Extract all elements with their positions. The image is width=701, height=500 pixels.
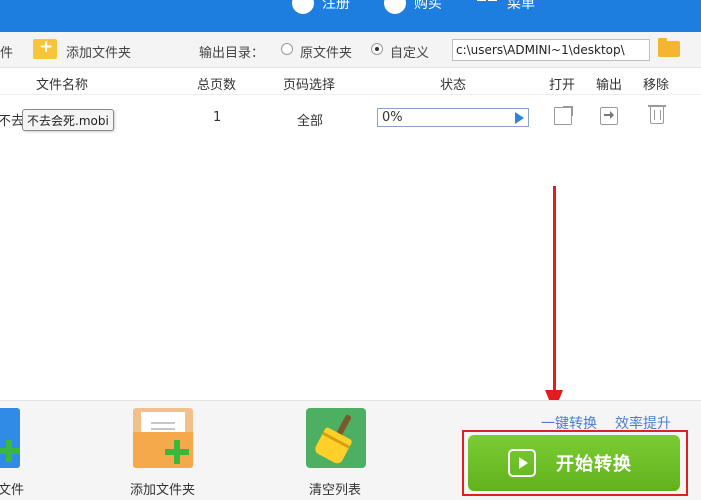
custom-radio[interactable]: [371, 43, 383, 55]
add-folder-label[interactable]: 添加文件夹: [130, 479, 195, 498]
browse-folder-icon[interactable]: [658, 38, 680, 57]
add-folder-big-icon[interactable]: [133, 408, 193, 468]
buy-button[interactable]: 购买: [384, 0, 442, 14]
register-icon: [292, 0, 314, 14]
add-folder-icon[interactable]: [33, 37, 57, 59]
annotation-arrow-line: [553, 186, 556, 394]
plus-icon: [165, 440, 189, 464]
source-folder-label[interactable]: 原文件夹: [300, 42, 352, 61]
page-selection-cell[interactable]: 全部: [297, 110, 323, 129]
col-export: 输出: [596, 78, 623, 93]
register-button[interactable]: 注册: [292, 0, 350, 14]
col-status: 状态: [440, 78, 467, 93]
total-pages-cell: 1: [213, 110, 222, 125]
add-folder-toolbar-button[interactable]: 添加文件夹: [66, 42, 131, 61]
col-file-name: 文件名称: [36, 78, 89, 93]
register-label: 注册: [322, 0, 350, 12]
col-page-selection: 页码选择: [283, 78, 336, 93]
source-folder-radio[interactable]: [281, 43, 293, 55]
play-icon: [508, 449, 536, 477]
add-file-label[interactable]: 文件: [0, 479, 24, 498]
open-file-icon[interactable]: [554, 106, 573, 125]
file-name-cell: 不去: [0, 114, 25, 129]
col-total-pages: 总页数: [197, 78, 237, 93]
add-file-toolbar-button[interactable]: 件: [0, 42, 13, 61]
play-icon[interactable]: [515, 112, 524, 124]
broom-icon[interactable]: [306, 408, 366, 468]
menu-button[interactable]: 菜单: [477, 0, 535, 14]
buy-label: 购买: [414, 0, 442, 12]
plus-icon: [0, 440, 20, 462]
clear-list-label[interactable]: 清空列表: [309, 479, 361, 498]
app-header: 注册 购买 菜单: [0, 0, 701, 32]
col-open: 打开: [549, 78, 576, 93]
status-progress-bar: 0%: [377, 108, 529, 127]
trash-icon[interactable]: [648, 105, 666, 124]
menu-icon: [477, 0, 499, 14]
menu-label: 菜单: [507, 0, 535, 12]
progress-label: 0%: [382, 110, 403, 125]
col-remove: 移除: [643, 78, 670, 93]
start-convert-label: 开始转换: [556, 454, 632, 475]
custom-label[interactable]: 自定义: [390, 42, 429, 61]
output-path-input[interactable]: c:\users\ADMINI~1\desktop\: [452, 39, 650, 61]
buy-icon: [384, 0, 406, 14]
broom-bristles: [313, 426, 353, 466]
output-dir-label: 输出目录：: [199, 46, 265, 61]
table-header: 文件名称 总页数 页码选择 状态 打开 输出 移除: [0, 69, 701, 95]
start-convert-button[interactable]: 开始转换: [468, 435, 680, 491]
add-file-icon[interactable]: [0, 408, 20, 468]
file-name-tooltip: 不去会死.mobi: [22, 109, 114, 131]
export-icon[interactable]: [600, 107, 618, 125]
